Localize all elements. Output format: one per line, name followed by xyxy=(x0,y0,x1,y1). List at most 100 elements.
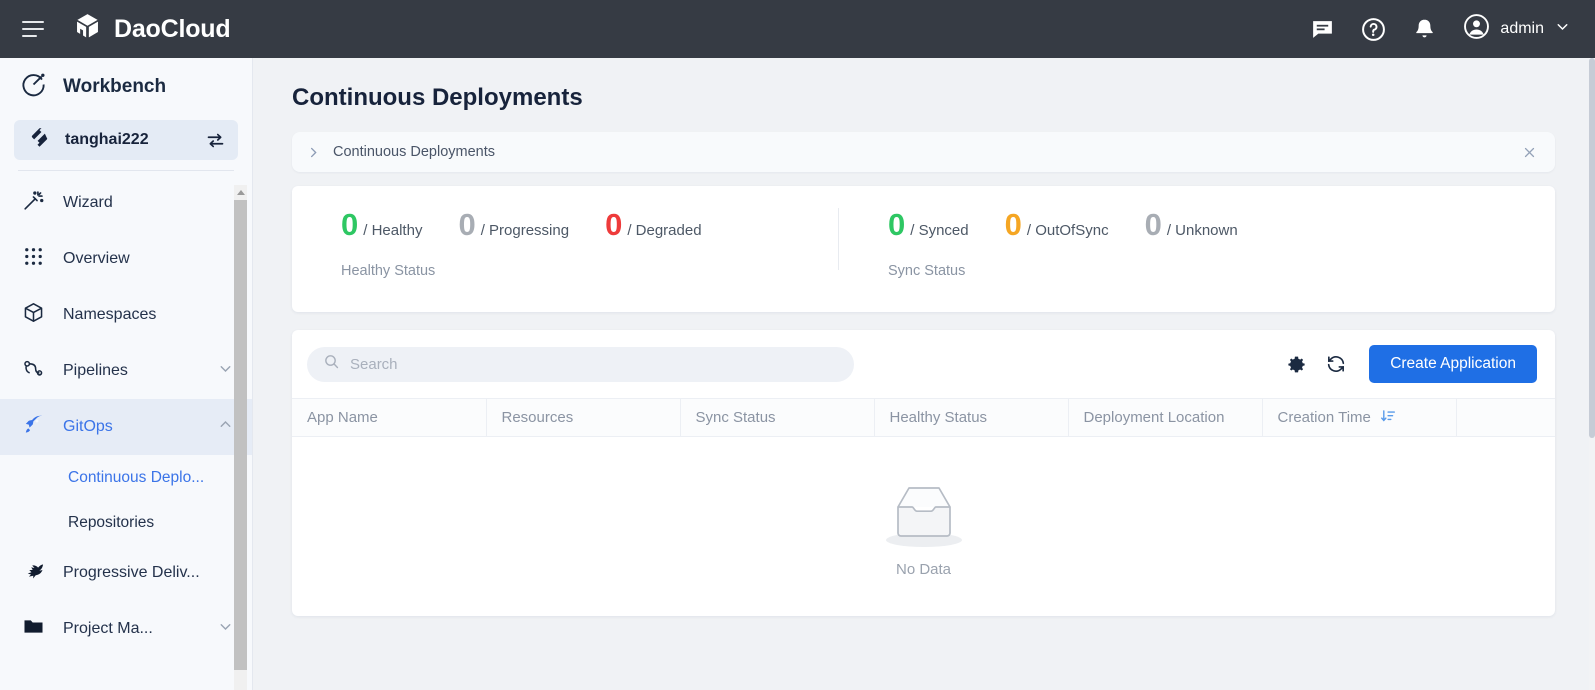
column-creation-time[interactable]: Creation Time xyxy=(1262,399,1456,437)
sidebar-item-project-management[interactable]: Project Ma... xyxy=(0,601,252,657)
stat-value: 0 xyxy=(605,209,622,240)
sidebar-item-namespaces[interactable]: Namespaces xyxy=(0,287,252,343)
stat-value: 0 xyxy=(888,209,905,240)
stat-unknown: 0 / Unknown xyxy=(1145,209,1238,240)
column-app-name[interactable]: App Name xyxy=(292,399,486,437)
status-summary-card: 0 / Healthy 0 / Progressing 0 / Degraded… xyxy=(292,186,1555,312)
sidebar-subitem-label: Continuous Deplo... xyxy=(68,469,204,487)
toolbar-icons xyxy=(1286,353,1347,375)
sidebar-cluster-selector[interactable]: tanghai222 xyxy=(14,120,238,160)
sidebar-item-label: Project Ma... xyxy=(63,620,153,638)
sidebar-item-label: Progressive Deliv... xyxy=(63,564,200,582)
sidebar-nav: Wizard Overview Namespaces xyxy=(0,171,252,657)
hamburger-icon[interactable] xyxy=(22,21,44,37)
stat-value: 0 xyxy=(458,209,475,240)
user-name: admin xyxy=(1500,20,1544,38)
column-label: Healthy Status xyxy=(890,409,988,426)
refresh-icon[interactable] xyxy=(1325,353,1347,375)
sidebar-subitem-label: Repositories xyxy=(68,514,154,532)
workbench-icon xyxy=(20,71,47,103)
chevron-down-icon[interactable] xyxy=(1554,18,1571,40)
applications-table-card: Create Application App Name Resources Sy… xyxy=(292,330,1555,616)
page-scrollbar[interactable] xyxy=(1589,58,1595,690)
inbox-empty-icon xyxy=(876,476,972,555)
group-label: Sync Status xyxy=(888,263,1274,279)
stat-label: / Synced xyxy=(910,222,968,239)
stat-synced: 0 / Synced xyxy=(888,209,969,240)
group-label: Healthy Status xyxy=(341,263,838,279)
user-menu[interactable]: admin xyxy=(1463,13,1571,45)
close-icon[interactable] xyxy=(1522,145,1537,160)
folder-icon xyxy=(22,615,45,643)
search-icon xyxy=(323,353,340,375)
stat-label: / Unknown xyxy=(1167,222,1238,239)
sidebar-item-progressive-delivery[interactable]: Progressive Deliv... xyxy=(0,545,252,601)
help-icon[interactable] xyxy=(1361,17,1386,42)
table-body: No Data xyxy=(292,437,1555,617)
cluster-icon xyxy=(28,126,51,154)
bell-icon[interactable] xyxy=(1412,17,1437,42)
top-bar: DaoCloud xyxy=(0,0,1595,58)
brand-text: DaoCloud xyxy=(114,15,230,44)
cube-icon xyxy=(22,301,45,329)
sidebar-item-pipelines[interactable]: Pipelines xyxy=(0,343,252,399)
column-label: Deployment Location xyxy=(1084,409,1225,426)
stat-label: / OutOfSync xyxy=(1027,222,1109,239)
stat-healthy: 0 / Healthy xyxy=(341,209,422,240)
message-icon[interactable] xyxy=(1310,17,1335,42)
sidebar-item-label: Overview xyxy=(63,250,130,268)
sidebar-item-label: GitOps xyxy=(63,418,113,436)
chevron-up-icon[interactable] xyxy=(217,416,234,438)
breadcrumb-label[interactable]: Continuous Deployments xyxy=(333,144,495,160)
table-header-row: App Name Resources Sync Status Healthy S… xyxy=(292,399,1555,437)
scroll-up-arrow-icon[interactable] xyxy=(234,185,247,200)
sidebar-item-overview[interactable]: Overview xyxy=(0,231,252,287)
column-actions xyxy=(1456,399,1555,437)
create-application-button[interactable]: Create Application xyxy=(1369,345,1537,383)
sidebar: Workbench tanghai222 Wizar xyxy=(0,58,253,690)
page-scrollbar-thumb[interactable] xyxy=(1589,58,1595,438)
pipeline-icon xyxy=(22,357,45,385)
scrollbar-thumb[interactable] xyxy=(234,200,247,670)
sidebar-item-label: Namespaces xyxy=(63,306,156,324)
applications-table: App Name Resources Sync Status Healthy S… xyxy=(292,398,1555,616)
search-box[interactable] xyxy=(307,347,854,382)
stat-progressing: 0 / Progressing xyxy=(458,209,569,240)
column-healthy-status[interactable]: Healthy Status xyxy=(874,399,1068,437)
chevron-right-icon[interactable] xyxy=(306,145,321,160)
sidebar-workbench[interactable]: Workbench xyxy=(0,58,252,116)
column-label: Creation Time xyxy=(1278,409,1371,426)
sidebar-item-repositories[interactable]: Repositories xyxy=(0,500,252,545)
sync-status-group: 0 / Synced 0 / OutOfSync 0 / Unknown Syn… xyxy=(838,186,1274,279)
daocloud-logo-icon xyxy=(72,11,103,47)
stat-label: / Degraded xyxy=(627,222,701,239)
column-label: Resources xyxy=(502,409,574,426)
sidebar-item-label: Pipelines xyxy=(63,362,128,380)
sidebar-item-gitops[interactable]: GitOps xyxy=(0,399,252,455)
column-label: Sync Status xyxy=(696,409,776,426)
sort-desc-icon[interactable] xyxy=(1380,408,1396,428)
stat-degraded: 0 / Degraded xyxy=(605,209,701,240)
brand[interactable]: DaoCloud xyxy=(72,11,230,47)
gear-icon[interactable] xyxy=(1286,354,1307,375)
sidebar-item-continuous-deployments[interactable]: Continuous Deplo... xyxy=(0,455,252,500)
workbench-label: Workbench xyxy=(63,76,166,98)
top-bar-actions: admin xyxy=(1310,13,1595,45)
stat-label: / Progressing xyxy=(481,222,569,239)
empty-state: No Data xyxy=(292,437,1555,616)
column-sync-status[interactable]: Sync Status xyxy=(680,399,874,437)
sidebar-item-label: Wizard xyxy=(63,194,113,212)
swap-icon[interactable] xyxy=(205,130,226,151)
empty-state-label: No Data xyxy=(896,561,951,578)
search-input[interactable] xyxy=(350,356,838,373)
breadcrumb: Continuous Deployments xyxy=(292,132,1555,172)
sidebar-scrollbar[interactable] xyxy=(234,185,247,690)
main-content: Continuous Deployments Continuous Deploy… xyxy=(253,58,1595,690)
sidebar-item-wizard[interactable]: Wizard xyxy=(0,175,252,231)
column-resources[interactable]: Resources xyxy=(486,399,680,437)
cluster-name: tanghai222 xyxy=(65,131,149,149)
chevron-down-icon[interactable] xyxy=(217,360,234,382)
chevron-down-icon[interactable] xyxy=(217,618,234,640)
stat-value: 0 xyxy=(1145,209,1162,240)
column-deployment-location[interactable]: Deployment Location xyxy=(1068,399,1262,437)
